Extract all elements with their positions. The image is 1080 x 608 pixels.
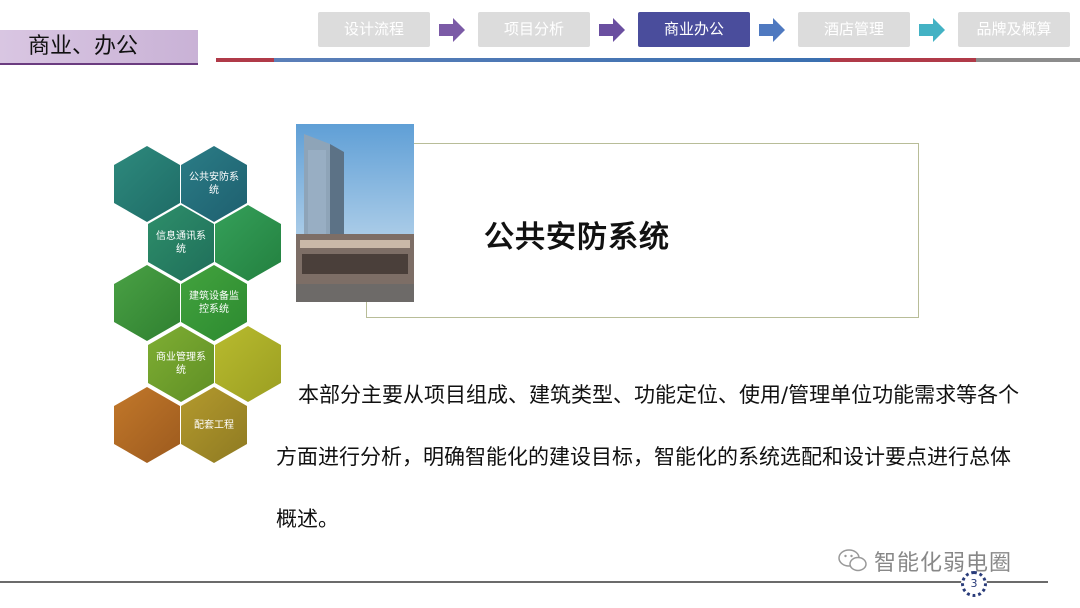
footer-divider [0,581,1048,583]
hexagon-tile [114,387,180,463]
hexagon-information-communication[interactable]: 信息通讯系统 [148,205,214,281]
header-divider-gray [976,58,1080,62]
hexagon-tile [215,205,281,281]
hexagon-tile [215,326,281,402]
hexagon-tile [114,265,180,341]
arrow-right-icon [439,18,465,42]
body-line: 本部分主要从项目组成、建筑类型、功能定位、使用/管理单位功能需求等各个 [298,383,1020,407]
building-photo [296,124,414,302]
arrow-right-icon [919,18,945,42]
hexagon-supporting-works[interactable]: 配套工程 [181,387,247,463]
arrow-right-icon [759,18,785,42]
nav-tab-commercial-office[interactable]: 商业办公 [638,12,750,47]
page-title: 公共安防系统 [484,220,670,255]
hexagon-public-security[interactable]: 公共安防系统 [181,146,247,222]
nav-tab-brand-estimate[interactable]: 品牌及概算 [958,12,1070,47]
header-divider-blue [274,58,830,62]
watermark: 智能化弱电圈 [838,545,1012,577]
section-underline [0,63,198,65]
body-line: 概述。 [276,507,339,531]
header-divider-red [216,58,274,62]
nav-tab-project-analysis[interactable]: 项目分析 [478,12,590,47]
hexagon-tile [114,146,180,222]
nav-tab-hotel-management[interactable]: 酒店管理 [798,12,910,47]
nav-tab-design-process[interactable]: 设计流程 [318,12,430,47]
section-title: 商业、办公 [0,30,198,64]
page-number: 3 [961,571,987,597]
arrow-right-icon [599,18,625,42]
hexagon-commercial-management[interactable]: 商业管理系统 [148,326,214,402]
wechat-icon [838,549,867,572]
watermark-text: 智能化弱电圈 [874,551,1013,576]
body-paragraph: 本部分主要从项目组成、建筑类型、功能定位、使用/管理单位功能需求等各个 方面进行… [276,364,1074,550]
body-line: 方面进行分析，明确智能化的建设目标，智能化的系统选配和设计要点进行总体 [276,445,1011,469]
hexagon-building-equipment-monitoring[interactable]: 建筑设备监控系统 [181,265,247,341]
header-divider-red [830,58,976,62]
